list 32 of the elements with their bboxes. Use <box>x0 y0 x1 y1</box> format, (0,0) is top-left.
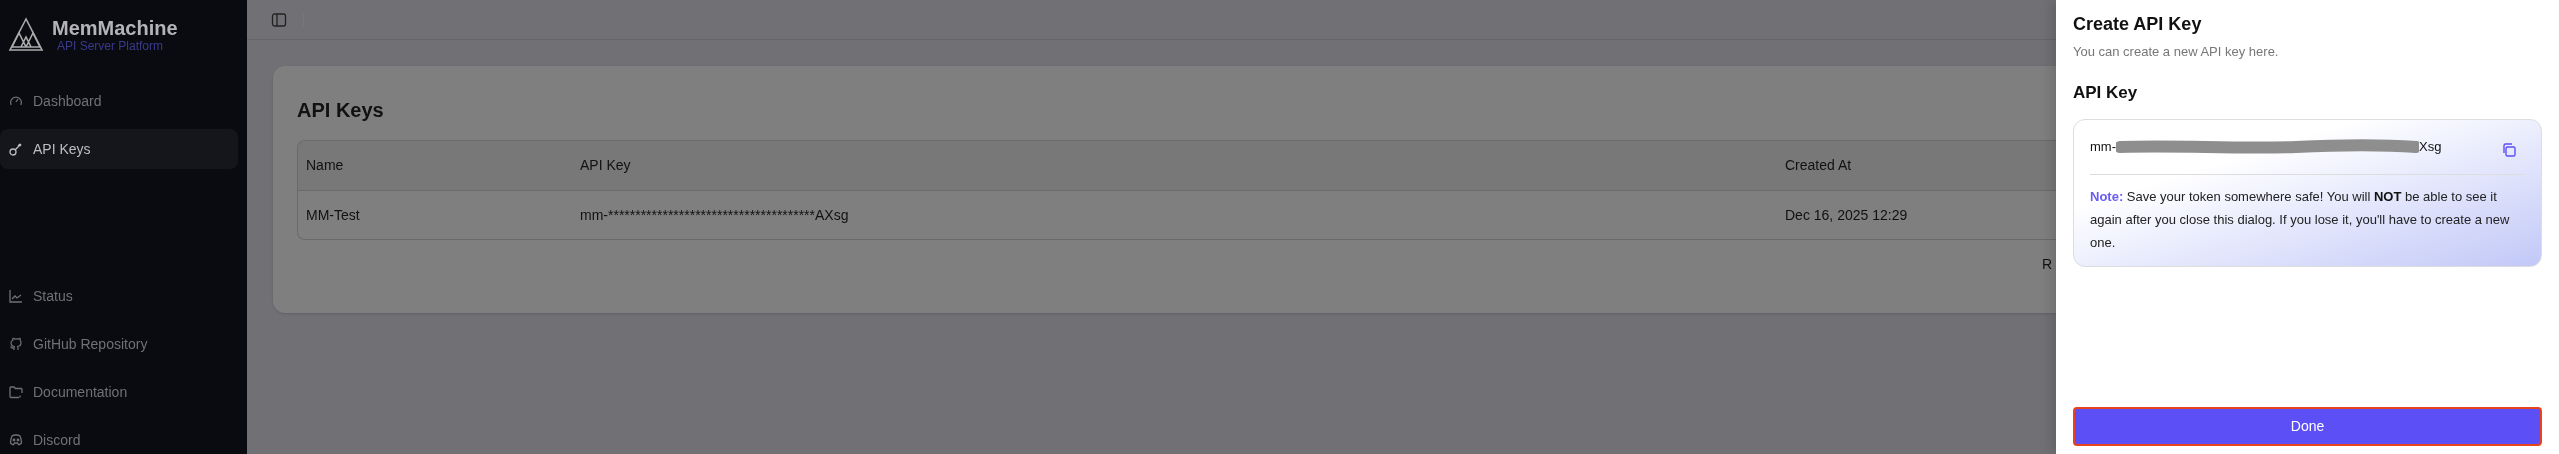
key-suffix: Xsg <box>2419 138 2442 157</box>
page-title: API Keys <box>297 98 385 123</box>
nav-item[interactable]: Documentation <box>0 372 238 412</box>
github-icon <box>9 337 23 351</box>
app-title: MemMachine <box>52 17 178 39</box>
nav-item[interactable]: Discord <box>0 420 238 454</box>
nav-item[interactable]: GitHub Repository <box>0 324 238 364</box>
key-heading: API Key <box>2073 81 2139 104</box>
column-header: Created At <box>1785 157 1852 173</box>
panel-title: Create API Key <box>2073 13 2203 36</box>
discord-icon <box>9 433 23 447</box>
column-header: API Key <box>580 157 631 173</box>
folder-icon <box>9 385 23 399</box>
revoke-button[interactable]: R <box>2041 254 2056 275</box>
nav-item[interactable]: API Keys <box>0 129 238 169</box>
nav-item[interactable]: Dashboard <box>0 81 238 121</box>
panel-description: You can create a new API key here. <box>2073 43 2280 61</box>
key-prefix: mm- <box>2090 138 2116 157</box>
done-button[interactable]: Done <box>2073 407 2542 446</box>
column-header: Name <box>306 157 344 173</box>
chart-icon <box>9 289 23 303</box>
sidebar-toggle-icon[interactable] <box>271 11 287 28</box>
gauge-icon <box>9 94 23 108</box>
logo-icon <box>8 17 44 53</box>
copy-icon[interactable] <box>2501 142 2517 158</box>
key-icon <box>9 142 23 156</box>
table-cell: MM-Test <box>306 206 360 223</box>
nav-item[interactable]: Status <box>0 276 238 316</box>
table-cell: Dec 16, 2025 12:29 <box>1785 206 1908 223</box>
table-cell: mm-**************************************AXsg <box>580 206 849 223</box>
note-text: Note: Save your token somewhere safe! You will NOT be able to see it again after you close this dialog. If you lose it, you'll have to create a new one. <box>2090 188 2511 252</box>
app-subtitle: API Server Platform <box>56 39 165 53</box>
